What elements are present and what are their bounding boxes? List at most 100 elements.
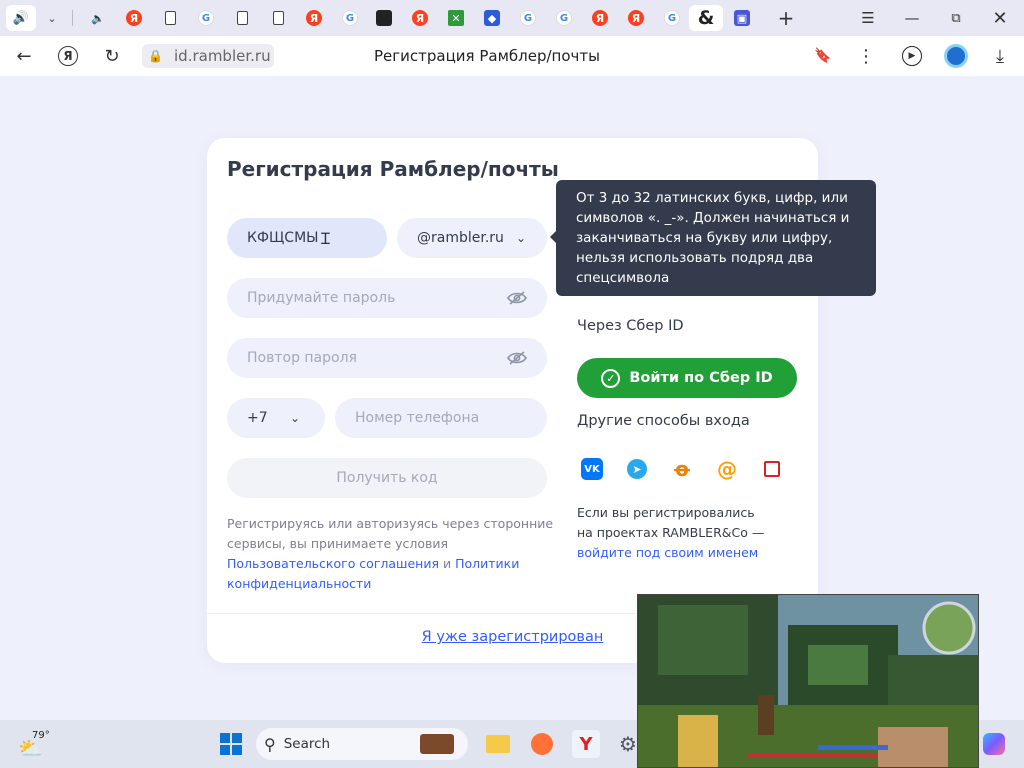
hamburger-icon: ☰ bbox=[861, 9, 875, 27]
tab-bar: 🔊 ⌄ 🔈 Я G Я G Я ✕ ◆ G G Я Я G & ▣ + ☰ — … bbox=[0, 0, 1024, 36]
tab-dark-app[interactable] bbox=[370, 5, 398, 31]
new-tab-button[interactable]: + bbox=[772, 5, 800, 31]
bookmark-button[interactable]: 🔖 bbox=[810, 44, 836, 68]
vk-login-button[interactable]: VK bbox=[579, 456, 605, 482]
login-existing-link[interactable]: войдите под своим именем bbox=[577, 545, 758, 560]
weather-cloud-icon: ⛅ bbox=[18, 736, 43, 760]
firefox-icon bbox=[531, 733, 553, 755]
file-explorer-app[interactable] bbox=[484, 730, 512, 758]
phone-placeholder[interactable]: Номер телефона bbox=[355, 410, 527, 426]
tab-audio[interactable]: 🔊 bbox=[6, 5, 36, 31]
gear-icon: ⚙ bbox=[619, 732, 637, 756]
tab-yandex-5[interactable]: Я bbox=[622, 5, 650, 31]
tab-blue-app[interactable]: ◆ bbox=[478, 5, 506, 31]
tab-rambler-active[interactable]: & bbox=[689, 5, 723, 31]
tab-google-5[interactable]: G bbox=[658, 5, 686, 31]
tab-separator bbox=[72, 10, 73, 26]
copilot-app[interactable] bbox=[980, 730, 1008, 758]
phone-code-select[interactable]: +7 ⌄ bbox=[227, 398, 325, 438]
yandex-logo-icon: Я bbox=[58, 46, 78, 66]
yandex-browser-icon: Y bbox=[579, 733, 593, 755]
extension-icon bbox=[944, 44, 968, 68]
speaker-icon: 🔈 bbox=[91, 11, 105, 25]
mailru-login-button[interactable]: @ bbox=[714, 456, 740, 482]
telegram-login-button[interactable]: ➤ bbox=[624, 456, 650, 482]
tab-green-app[interactable]: ✕ bbox=[442, 5, 470, 31]
chat-bubble-icon bbox=[764, 461, 780, 477]
tab-yandex-1[interactable]: Я bbox=[120, 5, 148, 31]
document-icon bbox=[236, 11, 248, 25]
sber-id-label: Через Сбер ID bbox=[577, 318, 684, 334]
media-button[interactable]: ▶ bbox=[899, 44, 925, 68]
reload-button[interactable]: ↻ bbox=[99, 44, 125, 68]
back-button[interactable]: ← bbox=[11, 44, 37, 68]
chevron-down-icon: ⌄ bbox=[515, 231, 527, 245]
tab-doc-1[interactable] bbox=[156, 5, 184, 31]
form-title: Регистрация Рамблер/почты bbox=[227, 157, 559, 181]
login-value[interactable]: КФЩСМЫ bbox=[247, 230, 367, 246]
existing-text-line2: на проектах RAMBLER&Co — bbox=[577, 525, 765, 540]
other-methods-label: Другие способы входа bbox=[577, 413, 750, 429]
password-field[interactable]: Придумайте пароль bbox=[227, 278, 547, 318]
chevron-down-icon: ⌄ bbox=[47, 11, 57, 25]
tab-google-1[interactable]: G bbox=[192, 5, 220, 31]
yandex-home-button[interactable]: Я bbox=[55, 44, 81, 68]
taskbar-search[interactable]: ⚲ Search bbox=[256, 728, 468, 760]
tab-doc-2[interactable] bbox=[228, 5, 256, 31]
game-scene-image bbox=[638, 595, 978, 767]
tab-google-3[interactable]: G bbox=[514, 5, 542, 31]
existing-account-text: Если вы регистрировались на проектах RAM… bbox=[577, 503, 807, 563]
google-icon: G bbox=[342, 10, 358, 26]
minimize-icon: — bbox=[904, 9, 920, 27]
tab-menu-button[interactable]: ☰ bbox=[854, 6, 882, 30]
password-placeholder[interactable]: Придумайте пароль bbox=[247, 290, 507, 306]
tab-yandex-3[interactable]: Я bbox=[406, 5, 434, 31]
restore-button[interactable]: ⧉ bbox=[942, 6, 970, 30]
tab-list-dropdown[interactable]: ⌄ bbox=[38, 5, 66, 31]
tab-google-2[interactable]: G bbox=[336, 5, 364, 31]
yandex-browser-app[interactable]: Y bbox=[572, 730, 600, 758]
minimize-button[interactable]: — bbox=[898, 6, 926, 30]
document-icon bbox=[164, 11, 176, 25]
tab-doc-3[interactable] bbox=[264, 5, 292, 31]
phone-input[interactable]: Номер телефона bbox=[335, 398, 547, 438]
eye-slash-icon[interactable] bbox=[507, 348, 527, 368]
domain-select[interactable]: @rambler.ru ⌄ bbox=[397, 218, 547, 258]
repeat-password-placeholder[interactable]: Повтор пароля bbox=[247, 350, 507, 366]
extension-button[interactable] bbox=[943, 44, 969, 68]
address-text[interactable]: id.rambler.ru bbox=[174, 47, 271, 65]
sber-id-button[interactable]: ✓ Войти по Сбер ID bbox=[577, 358, 797, 398]
game-icon: ✕ bbox=[448, 10, 464, 26]
message-login-button[interactable] bbox=[759, 456, 785, 482]
firefox-app[interactable] bbox=[528, 730, 556, 758]
search-placeholder[interactable]: Search bbox=[284, 736, 330, 752]
yandex-icon: Я bbox=[592, 10, 608, 26]
phone-code-value[interactable]: +7 bbox=[247, 410, 285, 426]
ok-login-button[interactable]: ꝋ bbox=[669, 456, 695, 482]
user-agreement-link[interactable]: Пользовательского соглашения bbox=[227, 556, 439, 571]
box-icon bbox=[376, 10, 392, 26]
downloads-button[interactable]: ⤓ bbox=[987, 44, 1013, 68]
eye-slash-icon[interactable] bbox=[507, 288, 527, 308]
start-button[interactable] bbox=[217, 730, 245, 758]
close-button[interactable]: ✕ bbox=[986, 6, 1014, 30]
game-video-overlay[interactable] bbox=[637, 594, 979, 768]
login-input[interactable]: КФЩСМЫ Ɪ bbox=[227, 218, 387, 258]
tab-audio-2[interactable]: 🔈 bbox=[84, 5, 112, 31]
repeat-password-field[interactable]: Повтор пароля bbox=[227, 338, 547, 378]
diamond-icon: ◆ bbox=[484, 10, 500, 26]
speaker-icon: 🔊 bbox=[12, 10, 30, 26]
yandex-icon: Я bbox=[628, 10, 644, 26]
tab-blue-square[interactable]: ▣ bbox=[728, 5, 756, 31]
domain-value[interactable]: @rambler.ru bbox=[417, 230, 511, 246]
tab-yandex-2[interactable]: Я bbox=[300, 5, 328, 31]
odnoklassniki-icon: ꝋ bbox=[673, 457, 691, 481]
google-icon: G bbox=[520, 10, 536, 26]
rambler-ampersand-icon: & bbox=[697, 7, 715, 29]
tab-yandex-4[interactable]: Я bbox=[586, 5, 614, 31]
tab-google-4[interactable]: G bbox=[550, 5, 578, 31]
get-code-button[interactable]: Получить код bbox=[227, 458, 547, 498]
mailru-at-icon: @ bbox=[717, 457, 737, 481]
google-icon: G bbox=[556, 10, 572, 26]
more-menu-button[interactable]: ⋮ bbox=[853, 44, 879, 68]
